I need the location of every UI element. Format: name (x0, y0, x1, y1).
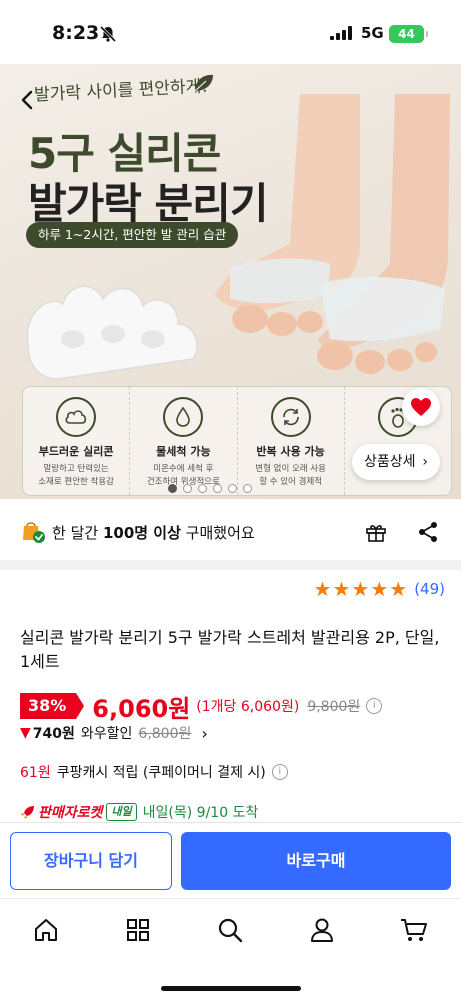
sale-price: 6,060원 (92, 694, 191, 723)
star-icon: ★ (313, 577, 332, 601)
wow-discount-row[interactable]: ▼ 740원 와우할인 6,800원 › (20, 722, 208, 744)
wow-discount-amount: 740원 (32, 726, 75, 742)
cash-text: 쿠팡캐시 적립 (쿠페이머니 결제 시) (56, 765, 266, 781)
product-image-carousel[interactable]: 발가락 사이를 편안하게! 5구 실리콘 발가락 분리기 하루 1~2시간, 편… (0, 64, 461, 499)
toe-separator-image (26, 285, 198, 380)
purchase-count-row: 한 달간 100명 이상 구매했어요 (0, 514, 461, 550)
chevron-right-icon: › (201, 723, 208, 743)
price-row: 38% 6,060원 (1개당 6,060원) 9,800원 i (20, 692, 383, 723)
seller-rocket-label: 판매자로켓 (38, 805, 103, 821)
product-title: 실리콘 발가락 분리기 5구 발가락 스트레처 발관리용 2P, 단일, 1세트 (20, 628, 440, 671)
recycle-icon (270, 397, 311, 437)
status-time: 8:23 (52, 22, 100, 44)
leaf-icon (194, 74, 213, 92)
info-icon[interactable]: i (271, 764, 288, 780)
home-icon[interactable] (31, 915, 61, 945)
down-arrow-icon: ▼ (20, 725, 31, 741)
star-icon: ★ (389, 577, 408, 601)
chevron-right-icon: › (422, 454, 428, 470)
network-type: 5G (361, 24, 384, 42)
feature-item: 물세척 가능 미온수에 세척 후 건조하여 위생적으로 (130, 387, 238, 495)
feature-item: 부드러운 실리콘 말랑하고 탄력있는 소재로 편안한 착용감 (23, 387, 131, 495)
profile-icon[interactable] (307, 915, 337, 945)
carousel-dot[interactable] (198, 484, 207, 493)
purchase-count: 100명 이상 (102, 524, 181, 542)
feet-image (215, 94, 450, 374)
bottom-tab-bar (0, 898, 461, 1000)
star-icon: ★ (332, 577, 351, 601)
battery-icon: 44 (389, 25, 428, 43)
carousel-dot[interactable] (168, 484, 177, 493)
purchase-count-text: 한 달간 100명 이상 구매했어요 (52, 524, 255, 542)
buy-now-button[interactable]: 바로구매 (181, 832, 451, 890)
cloud-icon (56, 397, 97, 437)
tomorrow-badge: 내일 (106, 803, 137, 821)
feature-item: 반복 사용 가능 변형 없이 오래 사용 할 수 있어 경제적 (238, 387, 345, 495)
rocket-icon (21, 806, 34, 819)
search-icon[interactable] (215, 915, 245, 945)
feature-title: 반복 사용 가능 (256, 445, 325, 458)
cash-reward-row: 61원 쿠팡캐시 적립 (쿠페이머니 결제 시) i (20, 760, 288, 784)
feature-desc: 말랑하고 탄력있는 소재로 편안한 착용감 (38, 464, 115, 487)
purchase-action-bar: 장바구니 담기 바로구매 (0, 822, 461, 898)
carousel-dot[interactable] (228, 484, 237, 493)
category-grid-icon[interactable] (123, 915, 153, 945)
star-icon: ★ (370, 577, 389, 601)
section-divider (0, 560, 461, 570)
feature-desc: 변형 없이 오래 사용 할 수 있어 경제적 (255, 464, 326, 487)
product-detail-button[interactable]: 상품상세 › (352, 444, 440, 480)
feature-title: 부드러운 실리콘 (38, 445, 114, 458)
cash-amount: 61원 (20, 765, 51, 781)
add-to-cart-button[interactable]: 장바구니 담기 (10, 832, 172, 890)
hero-tagline: 발가락 사이를 편안하게! (33, 76, 209, 106)
water-drop-icon (163, 397, 204, 437)
wow-discount-label: 와우할인 (80, 726, 133, 742)
gift-share-icon[interactable] (364, 520, 388, 544)
carousel-dot[interactable] (183, 484, 192, 493)
wow-original-price: 6,800원 (138, 726, 192, 742)
carousel-dot[interactable] (213, 484, 222, 493)
cart-icon[interactable] (399, 915, 429, 945)
info-icon[interactable]: i (366, 698, 383, 714)
heart-icon (411, 398, 431, 416)
wishlist-button[interactable] (402, 388, 440, 426)
signal-icon (330, 26, 352, 40)
shopping-bag-check-icon (23, 522, 45, 543)
arrival-date: 내일(목) 9/10 도착 (142, 805, 259, 821)
hero-usage-pill: 하루 1~2시간, 편안한 발 관리 습관 (26, 222, 239, 248)
original-price: 9,800원 (307, 699, 361, 715)
home-indicator (161, 986, 301, 991)
feature-title: 물세척 가능 (156, 445, 211, 458)
carousel-indicator (168, 484, 252, 493)
unit-price: (1개당 6,060원) (196, 699, 300, 715)
share-icon[interactable] (416, 520, 440, 544)
delivery-row: 판매자로켓 내일 내일(목) 9/10 도착 (20, 800, 258, 824)
carousel-dot[interactable] (243, 484, 252, 493)
review-count[interactable]: (49) (414, 580, 445, 598)
discount-badge: 38% (20, 693, 85, 719)
star-icon: ★ (351, 577, 370, 601)
rating-summary[interactable]: ★ ★ ★ ★ ★ (49) (314, 579, 445, 599)
bell-off-icon (99, 25, 117, 43)
product-detail-label: 상품상세 (364, 454, 416, 470)
status-bar: 8:23 5G 44 (0, 0, 461, 64)
